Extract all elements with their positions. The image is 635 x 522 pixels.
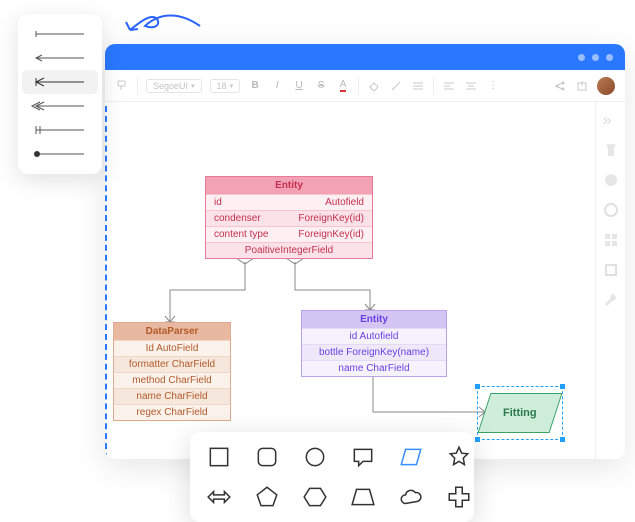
arrow-style-6[interactable] [18,142,102,166]
titlebar [105,44,625,70]
canvas[interactable]: Entity idAutofield condenserForeignKey(i… [105,102,625,459]
arrow-style-3[interactable] [22,70,98,94]
shape-trapezoid[interactable] [350,484,376,510]
entity-pink[interactable]: Entity idAutofield condenserForeignKey(i… [205,176,373,259]
paint-format-icon[interactable] [115,79,129,93]
window-control-min[interactable] [578,54,585,61]
avatar[interactable] [597,77,615,95]
shape-circle[interactable] [302,444,328,470]
collapse-icon[interactable]: » [603,112,619,128]
fill-icon[interactable] [367,79,381,93]
arrow-style-1[interactable] [18,22,102,46]
entity-pink-title: Entity [206,177,372,194]
app-window: SegoeUI▾ 18▾ B I U S A ⋮ [105,44,625,459]
arrow-style-4[interactable] [18,94,102,118]
shape-rounded-square[interactable] [254,444,280,470]
font-size-select[interactable]: 18▾ [210,79,241,93]
bold-icon[interactable]: B [248,79,262,93]
shirt-icon[interactable] [603,142,619,158]
shape-cloud[interactable] [398,484,424,510]
shape-star[interactable] [446,444,472,470]
strike-icon[interactable]: S [314,79,328,93]
shape-panel[interactable] [190,432,474,522]
apps-icon[interactable] [603,232,619,248]
font-name: SegoeUI [153,81,188,91]
annotation-arrow [120,8,210,42]
shape-parallelogram[interactable] [398,444,424,470]
share-icon[interactable] [553,79,567,93]
emoji-icon[interactable] [603,202,619,218]
align-left-icon[interactable] [442,79,456,93]
window-control-max[interactable] [592,54,599,61]
underline-icon[interactable]: U [292,79,306,93]
export-icon[interactable] [575,79,589,93]
fitting-label: Fitting [503,407,537,419]
selection-guide [105,106,107,459]
toolbar: SegoeUI▾ 18▾ B I U S A ⋮ [105,70,625,102]
shape-plus[interactable] [446,484,472,510]
entity-dataparser[interactable]: DataParser Id AutoField formatter CharFi… [113,322,231,421]
wrench-icon[interactable] [603,292,619,308]
line-color-icon[interactable] [389,79,403,93]
font-select[interactable]: SegoeUI▾ [146,79,202,93]
italic-icon[interactable]: I [270,79,284,93]
right-rail: » [595,102,625,459]
entity-purple[interactable]: Entity id Autofield bottle ForeignKey(na… [301,310,447,377]
window-control-close[interactable] [606,54,613,61]
fitting-shape[interactable]: Fitting [478,393,563,433]
entity-purple-title: Entity [302,311,446,328]
arrowhead-style-panel[interactable] [18,14,102,174]
entity-orange-title: DataParser [114,323,230,340]
shape-speech[interactable] [350,444,376,470]
arrow-style-5[interactable] [18,118,102,142]
arrow-style-2[interactable] [18,46,102,70]
font-size: 18 [217,81,227,91]
list-icon[interactable]: ⋮ [486,79,500,93]
frame-icon[interactable] [603,262,619,278]
fitting-selection[interactable]: Fitting [477,386,563,440]
shape-square[interactable] [206,444,232,470]
shape-arrow-bidir[interactable] [206,484,232,510]
align-vert-icon[interactable] [464,79,478,93]
palette-icon[interactable] [603,172,619,188]
line-style-icon[interactable] [411,79,425,93]
text-color-icon[interactable]: A [336,79,350,93]
shape-hexagon[interactable] [302,484,328,510]
shape-pentagon[interactable] [254,484,280,510]
